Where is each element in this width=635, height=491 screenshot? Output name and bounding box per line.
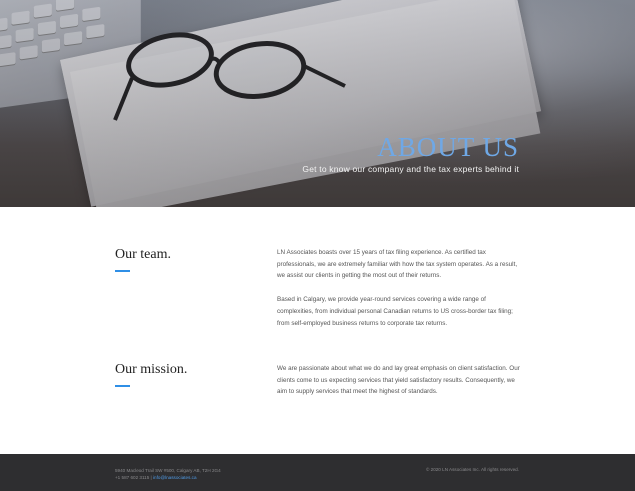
team-body: LN Associates boasts over 15 years of ta… — [277, 247, 522, 341]
mission-heading: Our mission. — [115, 362, 188, 377]
hero-overlay — [0, 0, 635, 207]
team-section: Our team. LN Associates boasts over 15 y… — [0, 207, 635, 347]
footer-phone[interactable]: +1 587 602 3115 — [115, 475, 149, 480]
mission-paragraph-1: We are passionate about what we do and l… — [277, 365, 520, 396]
page: ABOUT US Get to know our company and the… — [0, 0, 635, 491]
footer-address: 5940 Macleod Trail SW #500, Calgary AB, … — [115, 468, 221, 473]
hero-banner: ABOUT US Get to know our company and the… — [0, 0, 635, 207]
footer-contact-line: +1 587 602 3115 | info@lnassociates.ca — [115, 474, 221, 481]
team-heading: Our team. — [115, 247, 171, 262]
team-paragraph-1: LN Associates boasts over 15 years of ta… — [277, 249, 518, 280]
team-heading-underline — [115, 270, 130, 272]
footer-contact: 5940 Macleod Trail SW #500, Calgary AB, … — [115, 467, 221, 481]
team-paragraph-2: Based in Calgary, we provide year-round … — [277, 296, 513, 327]
footer: 5940 Macleod Trail SW #500, Calgary AB, … — [0, 454, 635, 491]
page-subtitle: Get to know our company and the tax expe… — [302, 164, 519, 174]
mission-section: Our mission. We are passionate about wha… — [0, 347, 635, 454]
footer-email-link[interactable]: info@lnassociates.ca — [153, 475, 196, 480]
mission-heading-underline — [115, 385, 130, 387]
mission-body: We are passionate about what we do and l… — [277, 363, 522, 410]
page-title: ABOUT US — [377, 132, 519, 162]
footer-copyright: © 2020 LN Associates Inc. All rights res… — [425, 467, 519, 472]
